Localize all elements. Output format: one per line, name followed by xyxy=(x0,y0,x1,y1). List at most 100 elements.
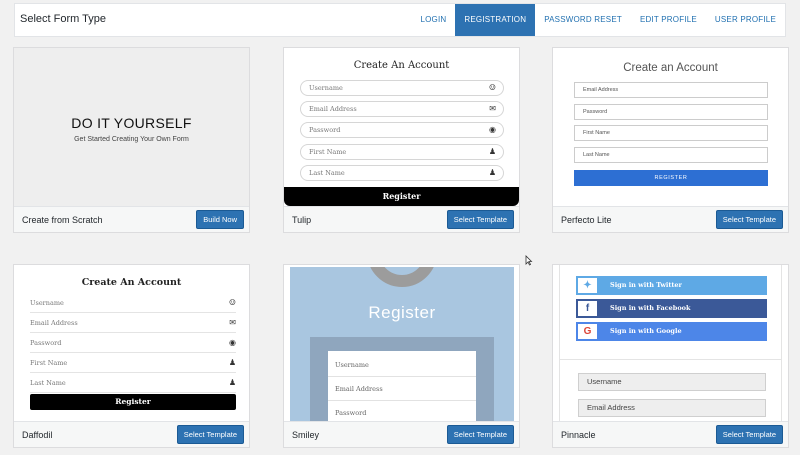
build-now-button[interactable]: Build Now xyxy=(196,210,244,229)
field-label: First Name xyxy=(309,148,347,156)
tab-registration[interactable]: REGISTRATION xyxy=(455,4,536,36)
mouse-cursor-icon xyxy=(525,255,533,266)
preview-title: DO IT YOURSELF xyxy=(71,115,192,131)
field-label: Password xyxy=(309,126,341,134)
preview-field-email: Email Address ✉ xyxy=(30,313,236,333)
field-label: Password xyxy=(30,339,62,347)
template-name: Perfecto Lite xyxy=(561,215,612,225)
field-label: Username xyxy=(30,299,64,307)
template-preview[interactable]: Create An Account Username ☺ Email Addre… xyxy=(284,48,519,206)
template-name: Tulip xyxy=(292,215,312,225)
page-title: Select Form Type xyxy=(20,13,106,25)
template-name: Pinnacle xyxy=(561,430,596,440)
template-name: Smiley xyxy=(292,430,320,440)
template-preview[interactable]: Create an Account Email Address Password… xyxy=(553,48,788,206)
preview-title: Create an Account xyxy=(623,62,718,74)
preview-field-password: Password xyxy=(328,401,476,423)
field-label: Email Address xyxy=(309,105,357,113)
preview-field-password: Password ◉ xyxy=(30,333,236,353)
user-icon: ♟ xyxy=(488,147,496,156)
tab-login[interactable]: LOGIN xyxy=(411,4,455,36)
template-name: Daffodil xyxy=(22,430,53,440)
facebook-icon: f xyxy=(578,301,597,316)
preview-background: Register Username Email Address Password xyxy=(290,267,514,423)
preview-edge xyxy=(781,265,782,423)
card-footer: Create from Scratch Build Now xyxy=(14,206,249,232)
preview-title: Create An Account xyxy=(353,60,450,71)
preview-field-username: Username xyxy=(328,353,476,377)
card-footer: Tulip Select Template xyxy=(284,206,519,232)
template-preview[interactable]: DO IT YOURSELF Get Started Creating Your… xyxy=(14,48,249,206)
card-footer: Perfecto Lite Select Template xyxy=(553,206,788,232)
preview-register-button: Register xyxy=(30,394,236,410)
preview-title: Register xyxy=(368,303,436,322)
twitter-icon: ✦ xyxy=(578,278,597,293)
envelope-icon: ✉ xyxy=(489,104,496,113)
form-type-tabs: LOGIN REGISTRATION PASSWORD RESET EDIT P… xyxy=(411,4,785,36)
preview-field-last-name: Last Name ♟ xyxy=(300,165,504,181)
preview-register-button: REGISTER xyxy=(574,170,768,186)
preview-field-email: Email Address xyxy=(578,399,766,417)
social-label: Sign in with Twitter xyxy=(610,281,682,289)
tab-edit-profile[interactable]: EDIT PROFILE xyxy=(631,4,706,36)
template-card-tulip: Create An Account Username ☺ Email Addre… xyxy=(283,47,520,233)
template-card-daffodil: Create An Account Username ☺ Email Addre… xyxy=(13,264,250,448)
template-preview[interactable]: Register Username Email Address Password xyxy=(284,265,519,423)
smiley-icon: ☺ xyxy=(228,298,236,307)
template-card-scratch: DO IT YOURSELF Get Started Creating Your… xyxy=(13,47,250,233)
template-preview[interactable]: Create An Account Username ☺ Email Addre… xyxy=(14,265,249,423)
preview-title: Create An Account xyxy=(81,277,182,288)
preview-register-button: Register xyxy=(284,187,519,206)
select-template-button[interactable]: Select Template xyxy=(715,210,783,229)
eye-icon: ◉ xyxy=(489,125,496,134)
select-template-button[interactable]: Select Template xyxy=(176,425,244,444)
template-preview[interactable]: ✦ Sign in with Twitter f Sign in with Fa… xyxy=(553,265,788,423)
preview-google-button: G Sign in with Google xyxy=(576,322,767,341)
card-footer: Daffodil Select Template xyxy=(14,421,249,447)
preview-field-first-name: First Name xyxy=(574,125,768,141)
field-label: Email Address xyxy=(30,319,78,327)
preview-field-password: Password ◉ xyxy=(300,122,504,138)
template-card-pinnacle: ✦ Sign in with Twitter f Sign in with Fa… xyxy=(552,264,789,448)
tab-password-reset[interactable]: PASSWORD RESET xyxy=(535,4,631,36)
preview-field-email: Email Address ✉ xyxy=(300,101,504,117)
smiley-icon: ☺ xyxy=(488,83,496,92)
template-card-smiley: Register Username Email Address Password… xyxy=(283,264,520,448)
avatar-ring xyxy=(367,267,437,287)
form-type-header: Select Form Type LOGIN REGISTRATION PASS… xyxy=(14,3,786,37)
preview-field-first-name: First Name ♟ xyxy=(30,353,236,373)
user-icon: ♟ xyxy=(228,358,236,367)
preview-twitter-button: ✦ Sign in with Twitter xyxy=(576,276,767,295)
user-icon: ♟ xyxy=(228,378,236,387)
preview-field-username: Username xyxy=(578,373,766,391)
preview-field-email: Email Address xyxy=(574,82,768,98)
select-template-button[interactable]: Select Template xyxy=(446,210,514,229)
template-card-perfecto-lite: Create an Account Email Address Password… xyxy=(552,47,789,233)
preview-edge xyxy=(559,265,560,423)
preview-subtitle: Get Started Creating Your Own Form xyxy=(74,136,189,143)
preview-field-username: Username ☺ xyxy=(30,293,236,313)
tab-user-profile[interactable]: USER PROFILE xyxy=(706,4,785,36)
social-label: Sign in with Facebook xyxy=(610,304,691,312)
select-template-button[interactable]: Select Template xyxy=(446,425,514,444)
card-footer: Smiley Select Template xyxy=(284,421,519,447)
field-label: First Name xyxy=(30,359,68,367)
user-icon: ♟ xyxy=(488,168,496,177)
card-footer: Pinnacle Select Template xyxy=(553,421,788,447)
preview-field-last-name: Last Name xyxy=(574,147,768,163)
social-label: Sign in with Google xyxy=(610,327,682,335)
select-template-button[interactable]: Select Template xyxy=(715,425,783,444)
field-label: Last Name xyxy=(30,379,66,387)
field-label: Last Name xyxy=(309,169,345,177)
preview-field-email: Email Address xyxy=(328,377,476,401)
preview-field-password: Password xyxy=(574,104,768,120)
preview-field-username: Username ☺ xyxy=(300,80,504,96)
template-name: Create from Scratch xyxy=(22,215,103,225)
preview-facebook-button: f Sign in with Facebook xyxy=(576,299,767,318)
divider xyxy=(559,359,782,360)
preview-field-first-name: First Name ♟ xyxy=(300,144,504,160)
envelope-icon: ✉ xyxy=(229,318,236,327)
eye-icon: ◉ xyxy=(229,338,236,347)
google-icon: G xyxy=(578,324,597,339)
field-label: Username xyxy=(309,84,343,92)
